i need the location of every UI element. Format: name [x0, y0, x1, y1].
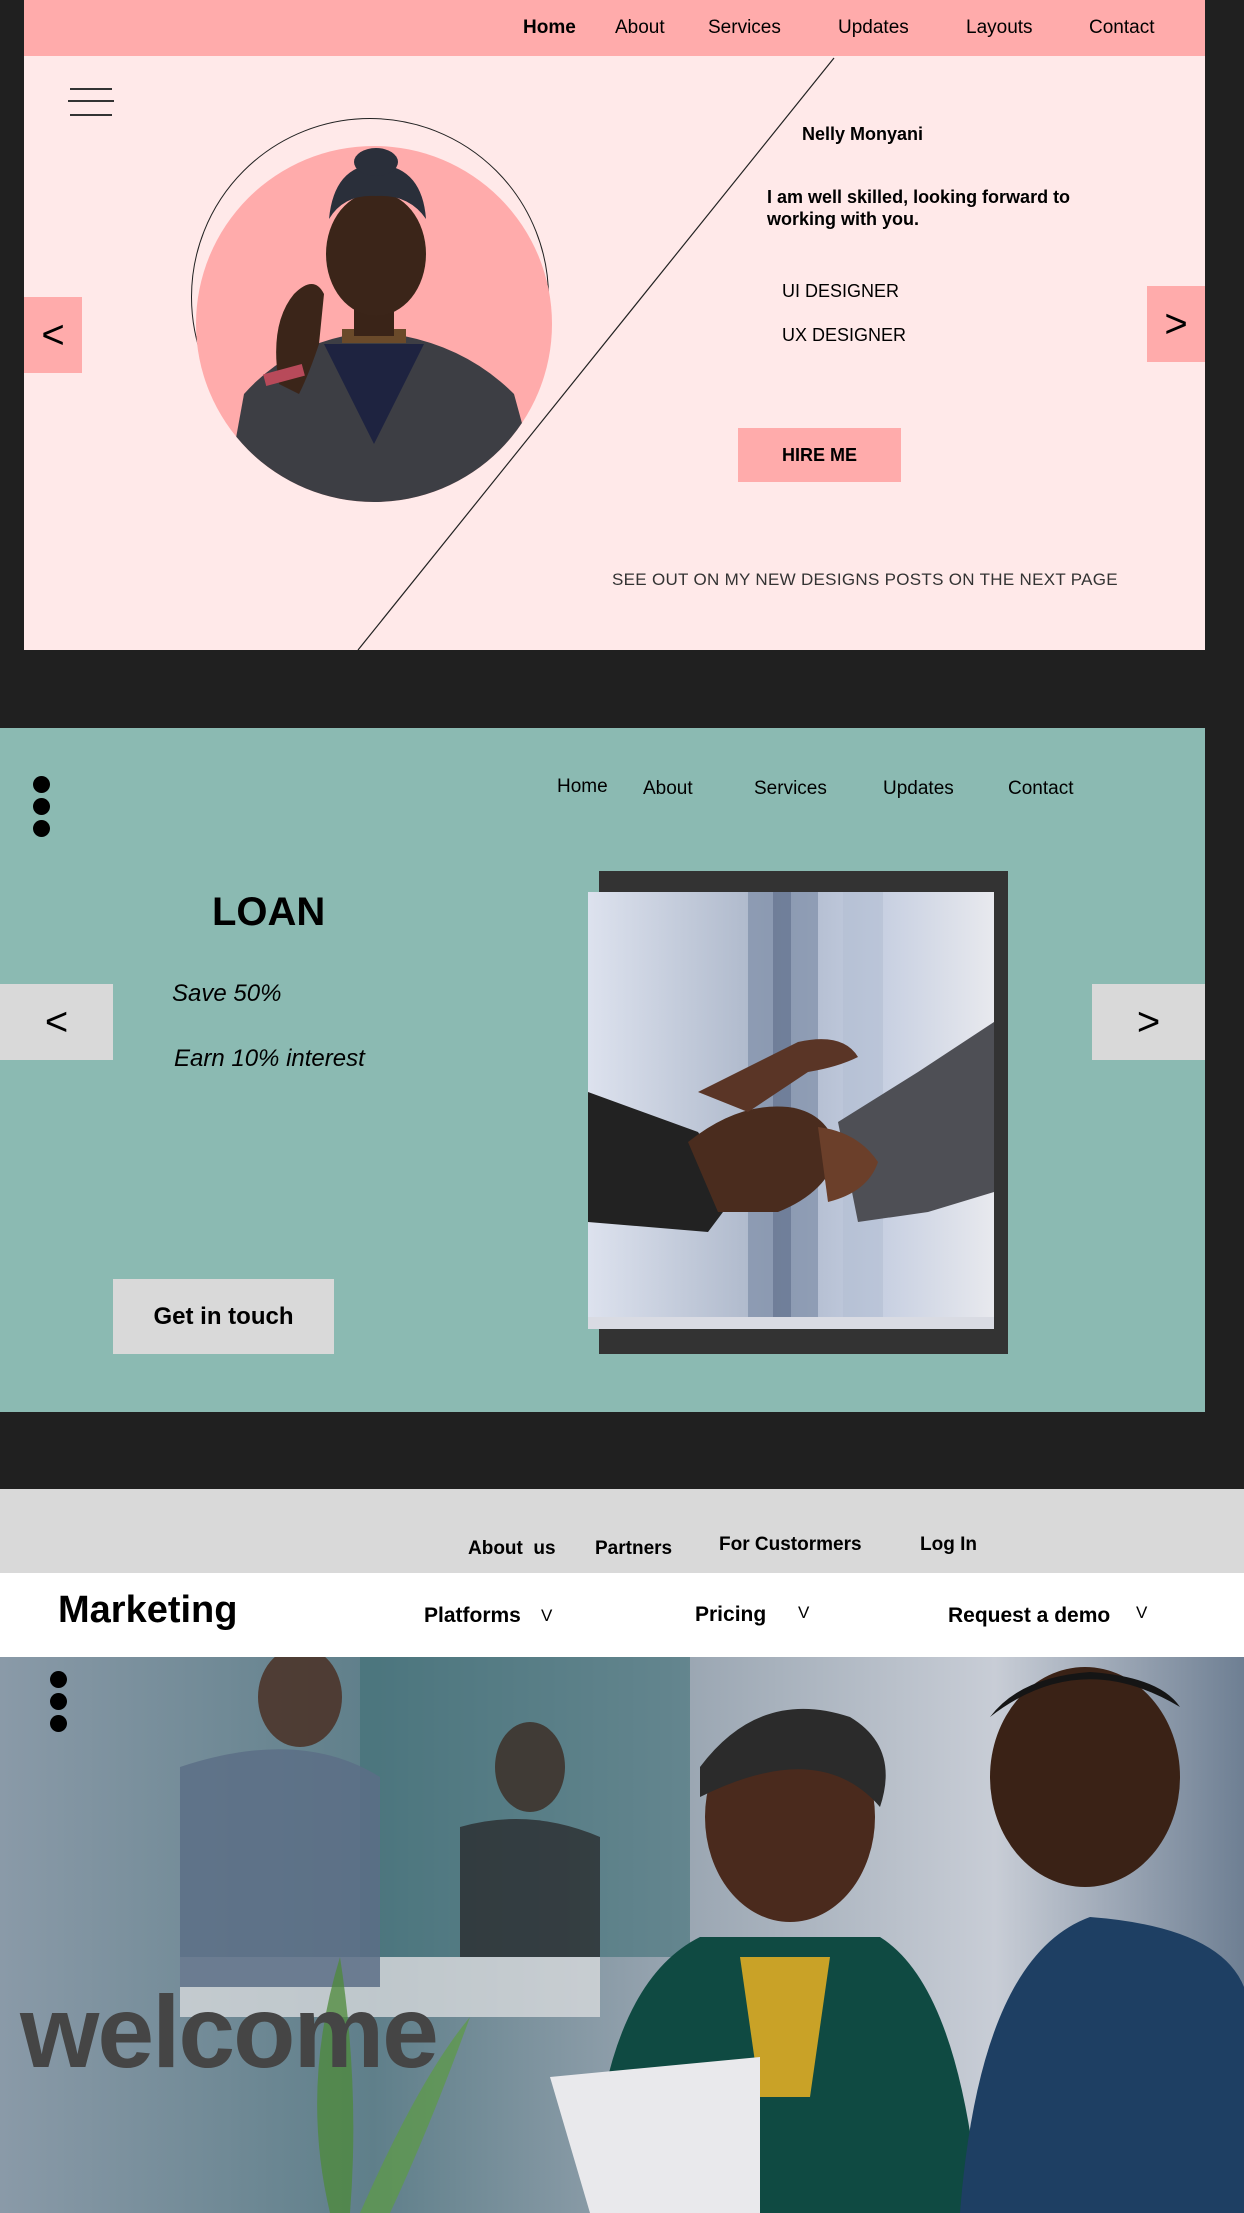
nav-updates[interactable]: Updates	[883, 778, 954, 800]
nav-contact[interactable]: Contact	[1089, 17, 1154, 39]
more-options-icon[interactable]	[33, 776, 53, 842]
chevron-right-icon: >	[1136, 999, 1161, 1044]
nav-about[interactable]: About	[615, 17, 665, 39]
chevron-right-icon: >	[1164, 301, 1188, 346]
nav-contact[interactable]: Contact	[1008, 778, 1073, 800]
nav-home[interactable]: Home	[523, 17, 576, 39]
nav-services[interactable]: Services	[708, 17, 781, 39]
role-ux-designer: UX DESIGNER	[782, 325, 907, 345]
next-slide-button[interactable]: >	[1147, 286, 1205, 362]
nav-services[interactable]: Services	[754, 778, 827, 800]
loan-title: LOAN	[212, 890, 326, 934]
brand-logo[interactable]: Marketing	[58, 1589, 237, 1632]
chevron-down-icon[interactable]: V	[541, 1606, 552, 1626]
profile-name: Nelly Monyani	[802, 124, 924, 144]
hero-banner: welcome	[0, 1657, 1244, 2213]
hero-welcome-text: welcome	[20, 1975, 439, 2089]
nav-home[interactable]: Home	[557, 776, 608, 798]
portfolio-slide: Home About Services Updates Layouts Cont…	[24, 0, 1205, 650]
utility-bar: About us Partners For Custormers Log In	[0, 1489, 1244, 1573]
role-ui-designer: UI DESIGNER	[782, 281, 900, 301]
offer-interest: Earn 10% interest	[174, 1045, 365, 1072]
chevron-left-icon: <	[41, 312, 65, 357]
get-in-touch-button[interactable]: Get in touch	[113, 1279, 334, 1354]
hamburger-menu-icon[interactable]	[68, 82, 118, 122]
partners-link[interactable]: Partners	[595, 1538, 672, 1560]
request-demo-menu[interactable]: Request a demo	[948, 1604, 1110, 1628]
for-customers-link[interactable]: For Custormers	[719, 1534, 862, 1556]
profile-photo	[196, 146, 552, 502]
next-slide-button[interactable]: >	[1092, 984, 1205, 1060]
nav-layouts[interactable]: Layouts	[966, 17, 1033, 39]
handshake-photo	[588, 892, 994, 1329]
portfolio-nav-bar: Home About Services Updates Layouts Cont…	[24, 0, 1205, 56]
prev-slide-button[interactable]: <	[24, 297, 82, 373]
loan-slide: Home About Services Updates Contact < > …	[0, 728, 1205, 1412]
offer-save: Save 50%	[172, 980, 282, 1007]
hire-me-button[interactable]: HIRE ME	[738, 428, 901, 482]
marketing-slide: About us Partners For Custormers Log In …	[0, 1489, 1244, 2213]
more-options-icon[interactable]	[50, 1671, 70, 1737]
chevron-left-icon: <	[44, 999, 69, 1044]
team-meeting-photo	[0, 1657, 1244, 2213]
next-page-note: SEE OUT ON MY NEW DESIGNS POSTS ON THE N…	[612, 570, 1118, 589]
nav-updates[interactable]: Updates	[838, 17, 909, 39]
pricing-menu[interactable]: Pricing	[695, 1603, 766, 1627]
nav-about[interactable]: About	[643, 778, 693, 800]
chevron-down-icon[interactable]: V	[1136, 1603, 1147, 1623]
platforms-menu[interactable]: Platforms	[424, 1604, 521, 1628]
about-us-link[interactable]: About us	[468, 1538, 556, 1560]
profile-tagline: I am well skilled, looking forward to wo…	[767, 187, 1071, 229]
chevron-down-icon[interactable]: V	[798, 1603, 809, 1623]
login-link[interactable]: Log In	[920, 1534, 977, 1556]
main-header: Marketing Platforms V Pricing V Request …	[0, 1573, 1244, 1657]
prev-slide-button[interactable]: <	[0, 984, 113, 1060]
